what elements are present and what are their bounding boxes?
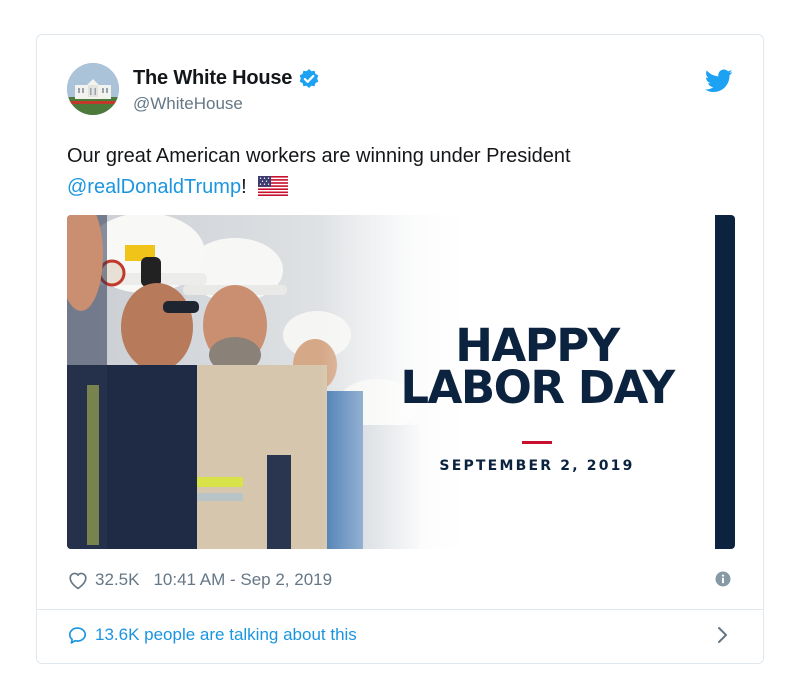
media-red-divider <box>522 441 552 444</box>
footer-divider <box>37 609 763 610</box>
talking-about-link[interactable]: 13.6K people are talking about this <box>95 625 357 645</box>
author-name-row[interactable]: The White House <box>133 67 320 90</box>
mention-link[interactable]: @realDonaldTrump <box>67 176 241 198</box>
tweet-footer[interactable]: 13.6K people are talking about this <box>67 620 733 650</box>
like-count[interactable]: 32.5K <box>95 570 139 590</box>
tweet-timestamp[interactable]: 10:41 AM - Sep 2, 2019 <box>153 570 332 590</box>
tweet-meta-row: 32.5K 10:41 AM - Sep 2, 2019 <box>67 565 733 595</box>
twitter-bird-icon[interactable] <box>704 69 733 93</box>
us-flag-emoji-icon <box>258 175 289 196</box>
info-icon[interactable] <box>715 571 731 587</box>
white-house-avatar-image <box>67 63 119 115</box>
chevron-right-icon[interactable] <box>717 625 729 645</box>
avatar[interactable] <box>67 63 119 115</box>
media-headline: HAPPY LABOR DAY <box>367 323 707 414</box>
tweet-text-punctuation: ! <box>241 176 247 198</box>
tweet-text: Our great American workers are winning u… <box>67 141 727 203</box>
media-date: SEPTEMBER 2, 2019 <box>439 458 635 474</box>
reply-bubble-icon <box>67 625 88 646</box>
media-navy-bar <box>715 215 735 549</box>
author-handle[interactable]: @WhiteHouse <box>133 94 243 114</box>
tweet-header: The White House @WhiteHouse <box>67 63 733 119</box>
author-display-name[interactable]: The White House <box>133 67 292 90</box>
media-headline-line2: LABOR DAY <box>400 361 675 414</box>
verified-badge-icon <box>298 68 320 90</box>
tweet-media-image[interactable]: HAPPY LABOR DAY SEPTEMBER 2, 2019 <box>67 215 735 549</box>
heart-icon[interactable] <box>67 569 89 591</box>
tweet-text-body: Our great American workers are winning u… <box>67 145 571 167</box>
tweet-embed-card[interactable]: The White House @WhiteHouse Our great Am… <box>36 34 764 664</box>
